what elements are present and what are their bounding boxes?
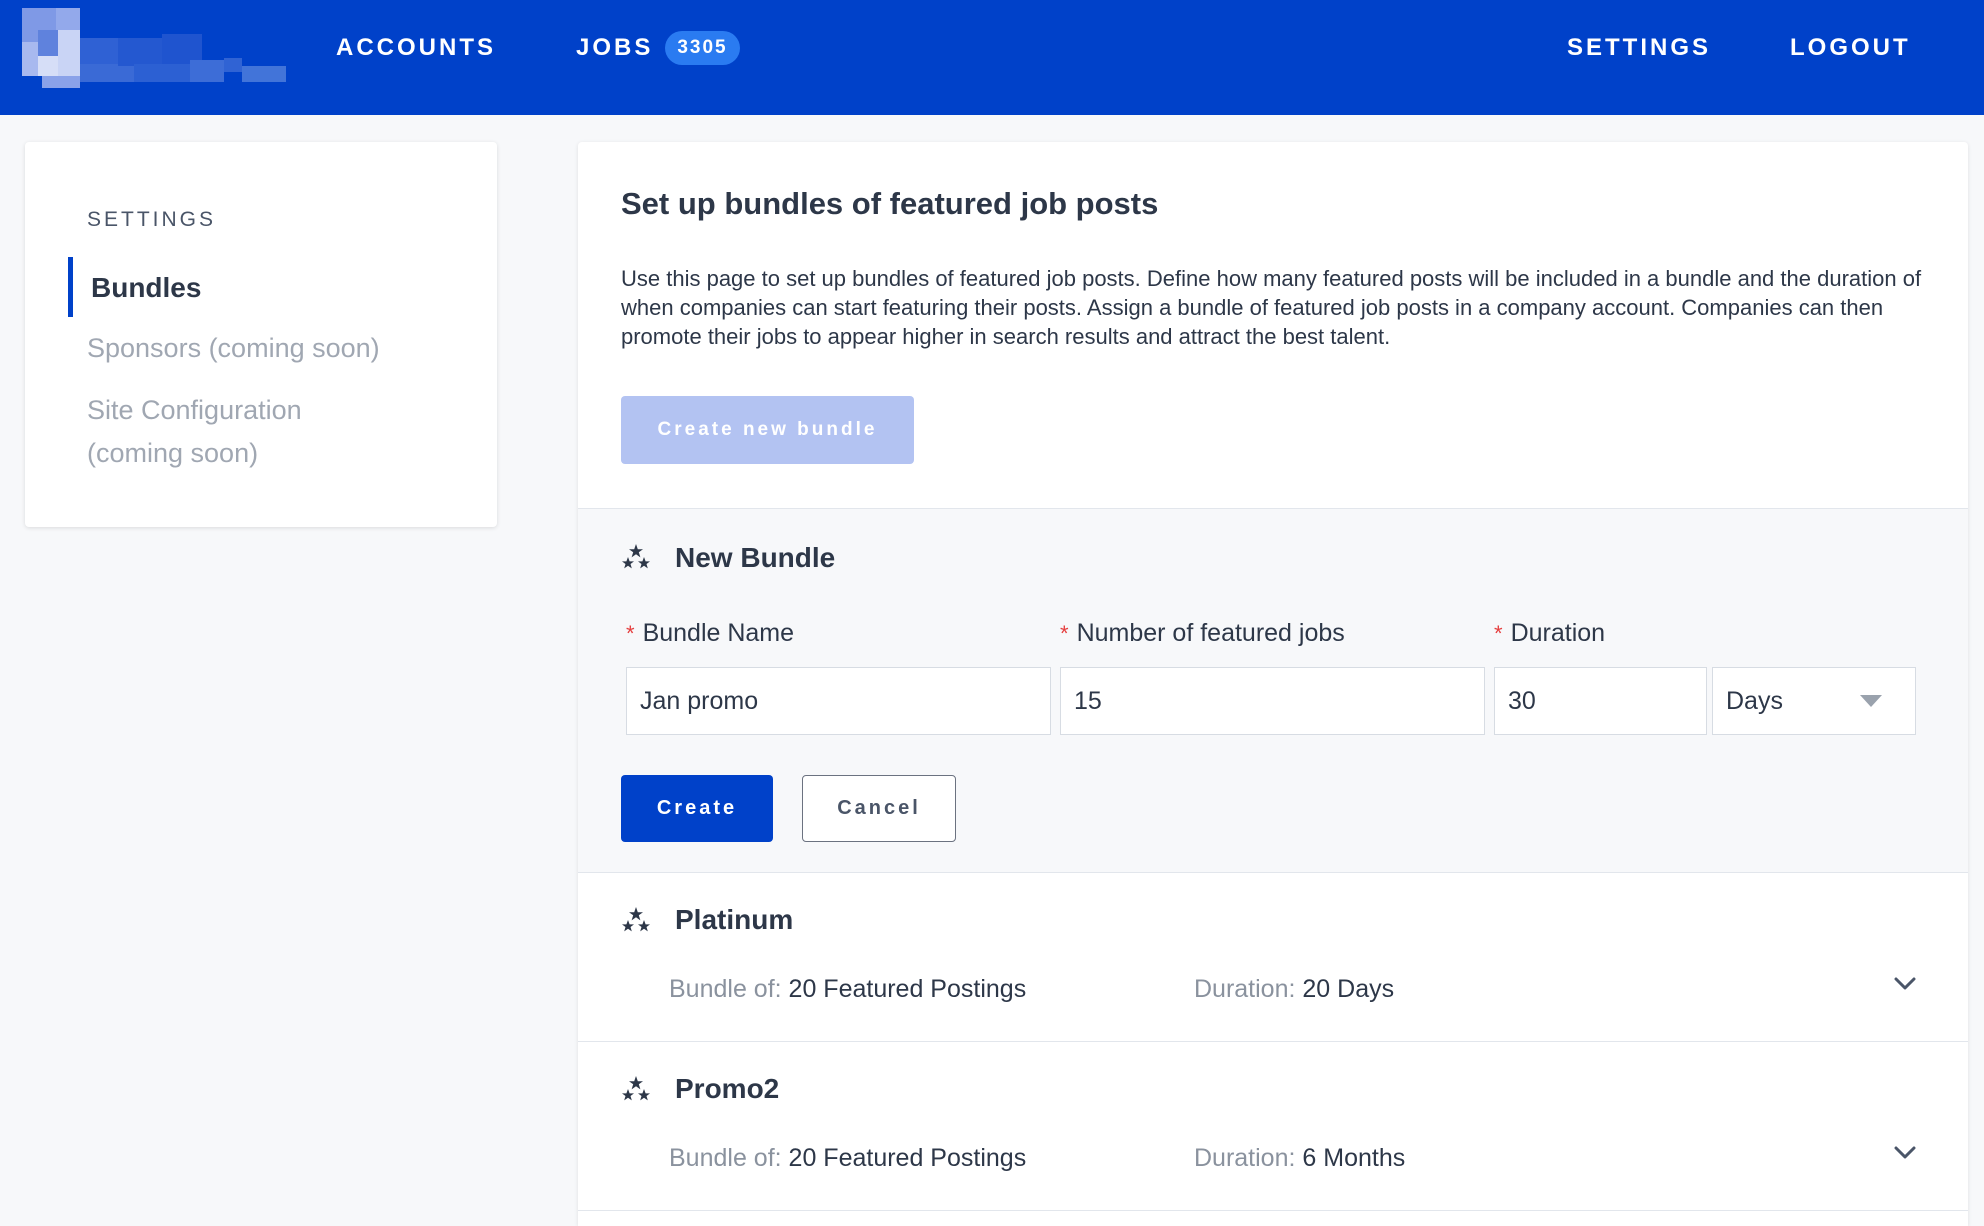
stars-icon [622, 1076, 650, 1101]
required-mark: * [1060, 621, 1069, 646]
sidebar-item-label: Site Configuration [87, 395, 302, 425]
duration-label-text: Duration [1510, 619, 1606, 647]
nav-jobs[interactable]: JOBS 3305 [576, 30, 740, 66]
required-mark: * [1494, 621, 1503, 646]
duration-label: * Duration [1494, 619, 1605, 648]
bundle-size-key: Bundle of: [669, 1144, 782, 1172]
new-bundle-title: New Bundle [675, 542, 836, 573]
bundle-duration-key: Duration: [1194, 975, 1296, 1003]
brand-logo[interactable] [22, 8, 286, 88]
nav-logout[interactable]: LOGOUT [1790, 30, 1911, 66]
settings-sidebar: SETTINGS Bundles Sponsors (coming soon) … [25, 142, 497, 527]
top-nav-bar: ACCOUNTS JOBS 3305 SETTINGS LOGOUT [0, 0, 1984, 115]
bundle-duration-value: 6 Months [1302, 1144, 1406, 1172]
jobs-count-badge: 3305 [665, 31, 740, 65]
bundle-duration: Duration: 6 Months [1194, 1144, 1405, 1173]
bundles-panel: Set up bundles of featured job posts Use… [578, 142, 1968, 1226]
featured-jobs-label-text: Number of featured jobs [1076, 619, 1345, 647]
nav-accounts[interactable]: ACCOUNTS [336, 30, 496, 66]
duration-input[interactable] [1494, 667, 1707, 735]
nav-jobs-label: JOBS [576, 34, 654, 61]
stars-icon [622, 907, 650, 932]
active-indicator [68, 257, 73, 317]
duration-unit-select[interactable]: Days [1712, 667, 1916, 735]
page-title: Set up bundles of featured job posts [621, 186, 1159, 221]
nav-settings[interactable]: SETTINGS [1567, 30, 1711, 66]
bundle-size: Bundle of: 20 Featured Postings [669, 1144, 1026, 1173]
caret-down-icon [1860, 695, 1882, 707]
duration-unit-value: Days [1726, 687, 1783, 715]
bundle-size-key: Bundle of: [669, 975, 782, 1003]
bundle-name: Platinum [675, 904, 794, 935]
featured-jobs-label: * Number of featured jobs [1060, 619, 1345, 648]
sidebar-heading: SETTINGS [87, 208, 217, 231]
bundle-name-input[interactable] [626, 667, 1051, 735]
required-mark: * [626, 621, 635, 646]
bundle-name: Promo2 [675, 1073, 780, 1104]
chevron-down-icon[interactable] [1890, 969, 1920, 999]
sidebar-item-site-configuration[interactable]: Site Configuration (coming soon) [87, 389, 302, 475]
new-bundle-form: New Bundle * Bundle Name * Number of featu… [578, 508, 1968, 873]
bundle-row-promo2[interactable]: Promo2 Bundle of: 20 Featured Postings D… [578, 1042, 1968, 1211]
bundle-size-value: 20 Featured Postings [788, 975, 1027, 1003]
bundle-duration-key: Duration: [1194, 1144, 1296, 1172]
bundle-name-label-text: Bundle Name [642, 619, 795, 647]
create-button[interactable]: Create [621, 775, 773, 842]
featured-jobs-input[interactable] [1060, 667, 1485, 735]
sidebar-item-sponsors[interactable]: Sponsors (coming soon) [87, 327, 380, 370]
chevron-down-icon[interactable] [1890, 1138, 1920, 1168]
sidebar-item-bundles[interactable]: Bundles [91, 266, 201, 309]
sidebar-item-label-line2: (coming soon) [87, 438, 259, 468]
stars-icon [622, 544, 650, 569]
bundle-row-platinum[interactable]: Platinum Bundle of: 20 Featured Postings… [578, 873, 1968, 1042]
create-new-bundle-button[interactable]: Create new bundle [621, 396, 914, 464]
bundle-duration-value: 20 Days [1302, 975, 1395, 1003]
bundle-size-value: 20 Featured Postings [788, 1144, 1027, 1172]
bundle-name-label: * Bundle Name [626, 619, 794, 648]
bundle-duration: Duration: 20 Days [1194, 975, 1394, 1004]
bundle-size: Bundle of: 20 Featured Postings [669, 975, 1026, 1004]
cancel-button[interactable]: Cancel [802, 775, 956, 842]
page-description: Use this page to set up bundles of featu… [621, 266, 1922, 349]
